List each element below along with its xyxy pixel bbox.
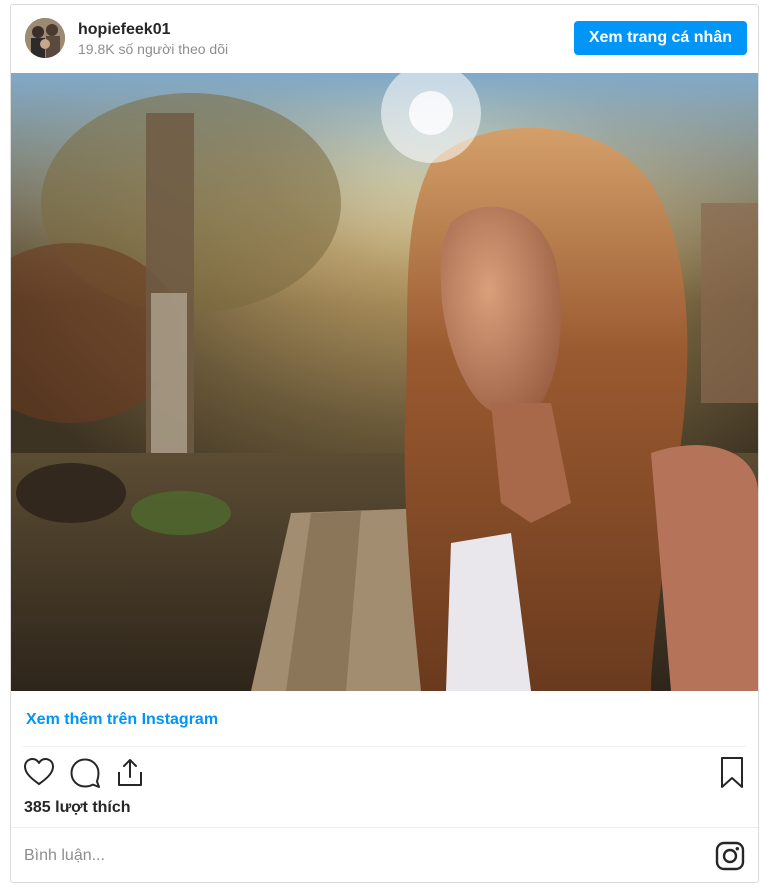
bookmark-icon[interactable]	[715, 755, 749, 789]
divider	[11, 827, 758, 828]
avatar[interactable]	[25, 18, 65, 58]
comment-input[interactable]: Bình luận...	[24, 847, 105, 865]
view-more-on-instagram-link[interactable]: Xem thêm trên Instagram	[26, 711, 218, 729]
view-profile-button[interactable]: Xem trang cá nhân	[573, 21, 747, 55]
username[interactable]: hopiefeek01	[78, 21, 170, 39]
post-header: hopiefeek01 19.8K số người theo dõi Xem …	[11, 5, 758, 73]
divider	[23, 746, 746, 747]
share-icon[interactable]	[113, 755, 147, 789]
post-photo[interactable]	[11, 73, 758, 691]
instagram-embed-card: hopiefeek01 19.8K số người theo dõi Xem …	[10, 4, 759, 883]
like-count[interactable]: 385 lượt thích	[24, 799, 131, 817]
heart-icon[interactable]	[22, 755, 56, 789]
comment-icon[interactable]	[68, 755, 102, 789]
photo-image	[11, 73, 758, 691]
follower-count: 19.8K số người theo dõi	[78, 41, 229, 57]
action-bar	[11, 755, 758, 795]
instagram-icon[interactable]	[715, 841, 745, 871]
